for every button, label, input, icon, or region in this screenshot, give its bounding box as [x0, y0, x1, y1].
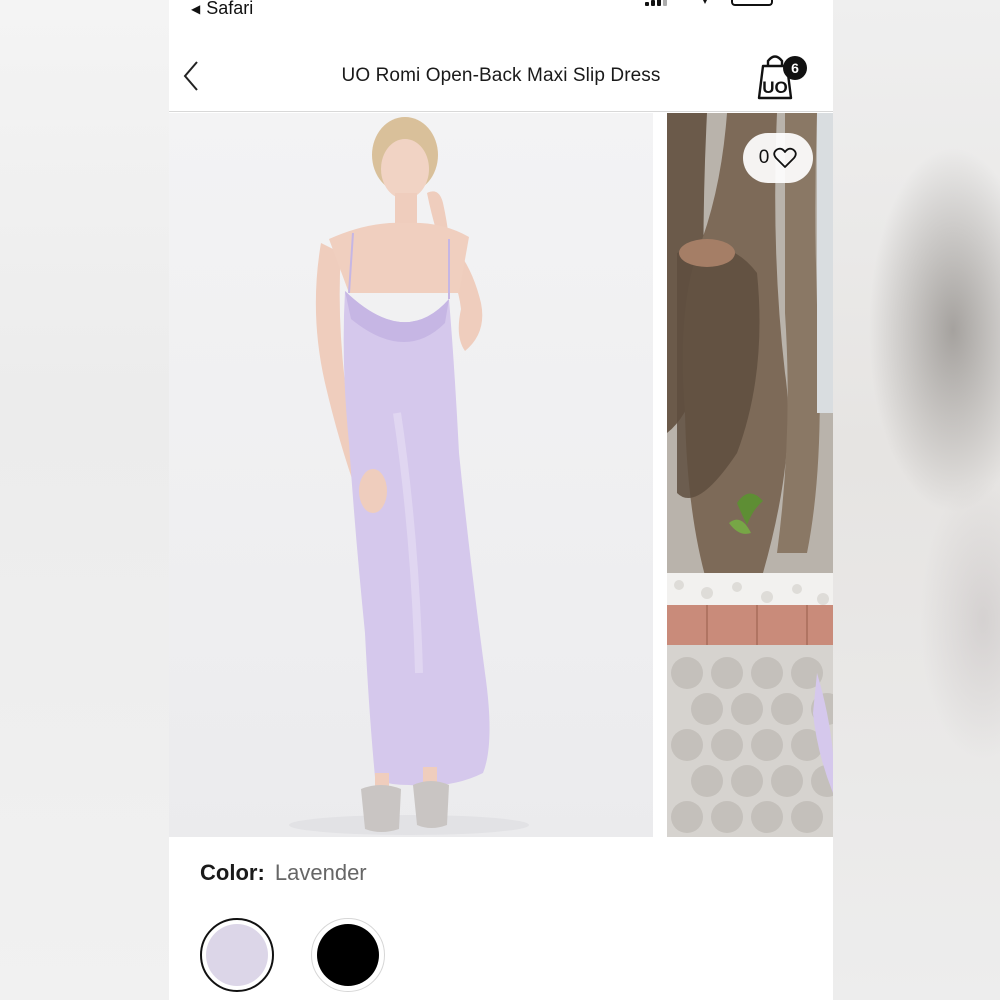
color-label: Color: Lavender [200, 860, 367, 886]
product-image-gallery[interactable]: 0 [169, 113, 833, 837]
blurred-backdrop-right [833, 0, 1000, 1000]
chevron-left-icon[interactable] [177, 58, 207, 94]
back-app-label: Safari [206, 0, 254, 18]
heart-outline-icon [773, 147, 797, 168]
back-to-safari[interactable]: ◀ Safari [191, 0, 253, 19]
color-selected-value: Lavender [274, 860, 367, 885]
nav-bar: UO Romi Open-Back Maxi Slip Dress UO 6 [169, 38, 833, 112]
swatch-fill [206, 924, 268, 986]
page-title: UO Romi Open-Back Maxi Slip Dress [341, 65, 661, 86]
wishlist-button[interactable]: 0 [743, 133, 813, 183]
triangle-left-icon: ◀ [191, 1, 201, 16]
product-photo-model[interactable] [169, 113, 653, 837]
cart-count-badge: 6 [783, 56, 807, 80]
wifi-icon [703, 0, 707, 4]
phone-screen: ◀ Safari UO Romi Open-Back Maxi Slip Dre… [169, 0, 833, 1000]
product-photo-outdoor[interactable] [667, 113, 833, 837]
swatch-fill [317, 924, 379, 986]
cellular-signal-icon [645, 0, 667, 6]
wishlist-count: 0 [758, 147, 770, 168]
color-swatch-black[interactable] [311, 918, 385, 992]
battery-icon [731, 0, 773, 6]
model-illustration [289, 117, 529, 835]
blurred-backdrop-left [0, 0, 169, 1000]
status-bar: ◀ Safari [169, 0, 833, 22]
color-key: Color: [200, 860, 265, 885]
color-swatch-lavender[interactable] [200, 918, 274, 992]
bag-logo: UO [762, 78, 788, 97]
outdoor-scene-illustration [667, 113, 833, 837]
